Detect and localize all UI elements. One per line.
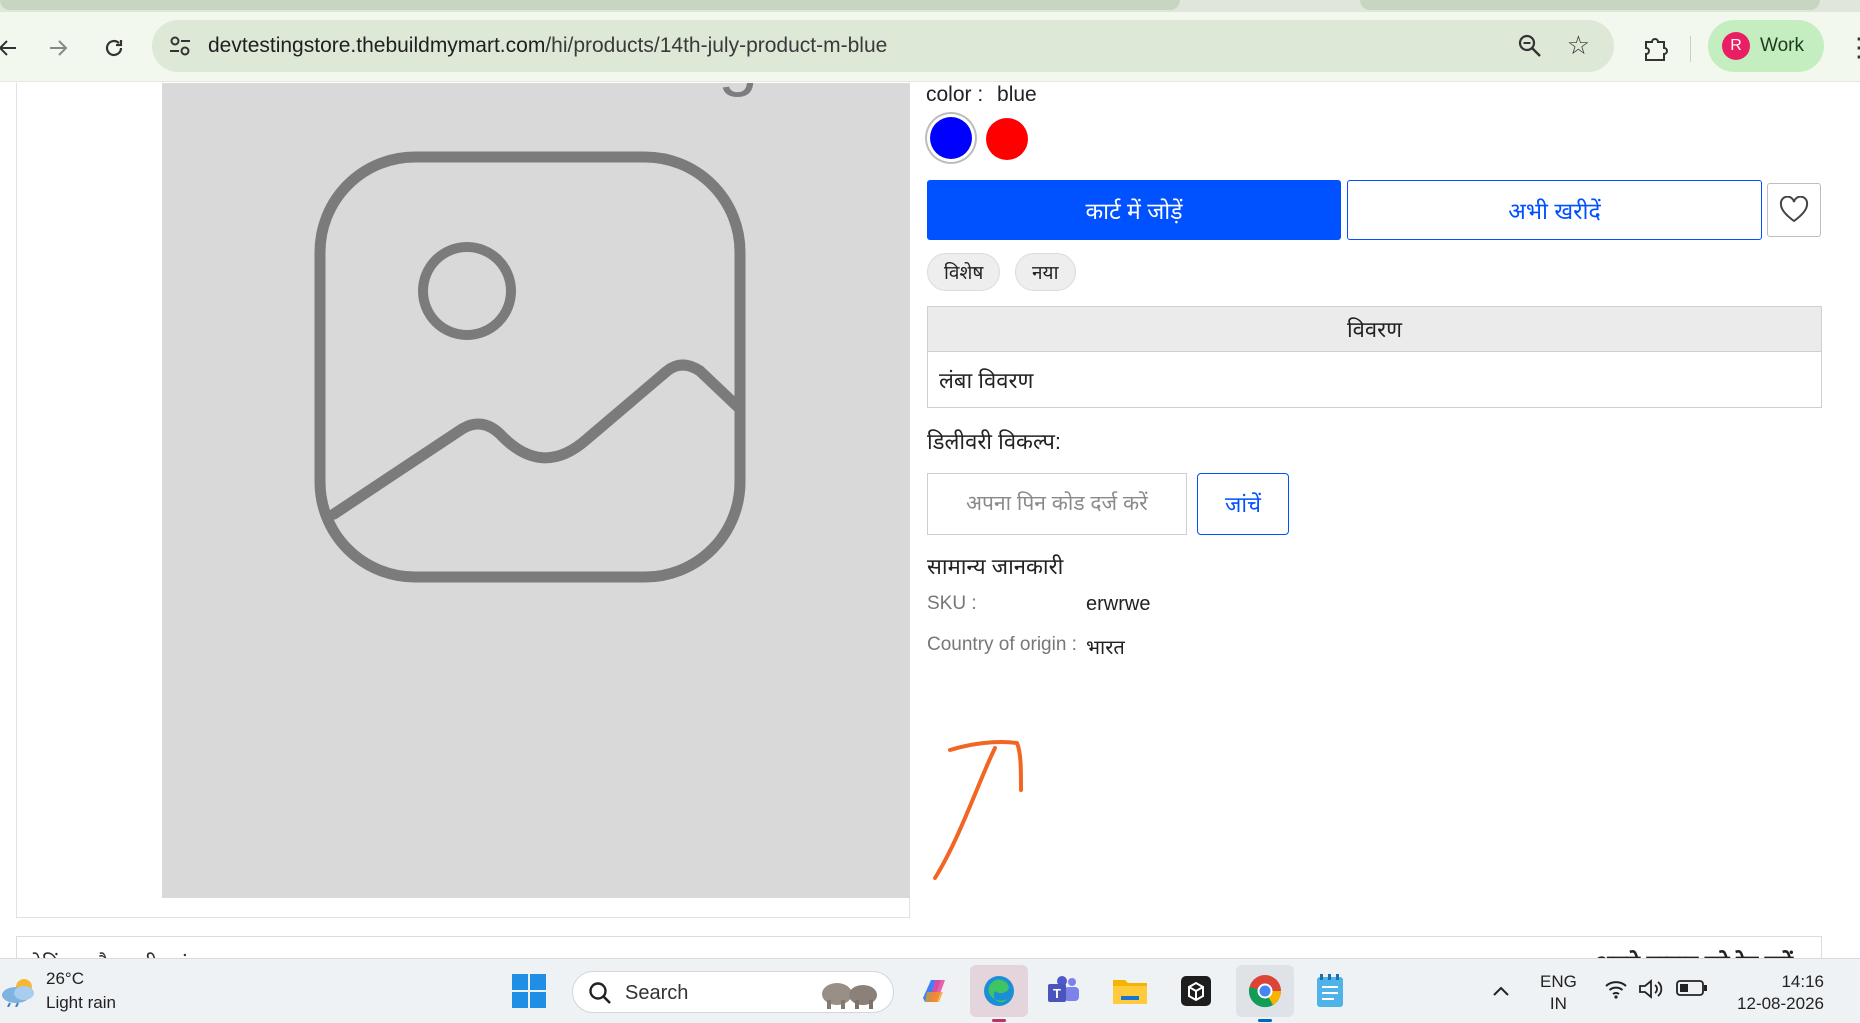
check-pincode-button[interactable]: जांचें [1197, 473, 1289, 535]
copilot-icon[interactable] [912, 969, 956, 1013]
toolbar-divider [1690, 36, 1691, 62]
bookmark-star-icon[interactable]: ☆ [1567, 30, 1590, 61]
tab-strip [0, 0, 1860, 12]
description-table: विवरण लंबा विवरण [927, 306, 1822, 408]
sku-label: SKU : [927, 593, 977, 614]
browser-toolbar: devtestingstore.thebuildmymart.com/hi/pr… [0, 12, 1860, 82]
annotation-arrow [933, 739, 1023, 880]
swatch-blue[interactable] [930, 117, 972, 159]
edge-active-indicator [992, 1019, 1006, 1022]
svg-text:T: T [1053, 986, 1061, 1001]
tag-chip[interactable]: नया [1015, 253, 1076, 291]
clock[interactable]: 14:16 12-08-2026 [1728, 971, 1824, 1015]
forward-icon[interactable] [40, 30, 76, 66]
product-image[interactable]: Product Image [162, 83, 910, 898]
extensions-icon[interactable] [1638, 30, 1674, 66]
taskbar-search[interactable]: Search [572, 971, 894, 1013]
language-indicator[interactable]: ENG IN [1540, 971, 1577, 1015]
image-placeholder-icon [314, 151, 746, 583]
profile-button[interactable]: R Work [1708, 20, 1824, 72]
volume-icon[interactable] [1638, 979, 1664, 1005]
search-highlight-icon [822, 983, 877, 1009]
swatch-red[interactable] [986, 118, 1028, 160]
weather-widget[interactable]: 26°C Light rain [0, 967, 140, 1017]
zoom-icon[interactable] [1516, 32, 1544, 60]
pincode-input[interactable] [927, 473, 1187, 535]
wishlist-button[interactable] [1767, 183, 1821, 237]
reload-icon[interactable] [96, 30, 132, 66]
start-icon[interactable] [507, 969, 551, 1013]
lang-top: ENG [1540, 972, 1577, 991]
search-label: Search [625, 982, 689, 1004]
edge-icon[interactable] [970, 965, 1028, 1017]
url-text[interactable]: devtestingstore.thebuildmymart.com/hi/pr… [208, 34, 887, 58]
origin-label: Country of origin : [927, 634, 1077, 655]
clock-time: 14:16 [1781, 972, 1824, 991]
browser-menu-icon[interactable]: ⋮ [1846, 34, 1860, 60]
clock-date: 12-08-2026 [1737, 994, 1824, 1013]
buy-now-button[interactable]: अभी खरीदें [1347, 180, 1762, 240]
address-bar[interactable]: devtestingstore.thebuildmymart.com/hi/pr… [152, 20, 1614, 72]
notepad-icon[interactable] [1308, 969, 1352, 1013]
chrome-active-indicator [1258, 1019, 1272, 1022]
weather-desc: Light rain [46, 993, 116, 1012]
wifi-icon[interactable] [1604, 979, 1628, 1005]
url-domain: devtestingstore.thebuildmymart.com [208, 34, 546, 57]
reviews-section: रेटिंग्स और समीक्षाएं अपने उत्पाद को रेट… [16, 936, 1822, 958]
weather-temp: 26°C [46, 969, 84, 988]
rate-product-link[interactable]: अपने उत्पाद को रेट करें [1595, 947, 1793, 958]
origin-value: भारत [1086, 637, 1125, 659]
heart-icon [1779, 196, 1809, 223]
color-row: color : blue [926, 83, 1045, 107]
box-app-icon[interactable] [1174, 969, 1218, 1013]
gallery-card: Product Image [16, 83, 910, 918]
taskbar: 26°C Light rain Search T ENG IN 14:16 12… [0, 958, 1860, 1023]
url-path: /hi/products/14th-july-product-m-blue [545, 34, 888, 57]
tag-chip[interactable]: विशेष [927, 253, 1001, 291]
image-watermark: Product Image [330, 83, 798, 99]
color-value: blue [997, 83, 1037, 106]
teams-icon[interactable]: T [1042, 969, 1086, 1013]
rain-cloud-icon [2, 979, 34, 1007]
general-info-title: सामान्य जानकारी [927, 554, 1064, 579]
file-explorer-icon[interactable] [1108, 969, 1152, 1013]
product-page: Product Image color : blue कार्ट में जोड… [0, 83, 1860, 958]
chevron-up-icon[interactable] [1492, 981, 1510, 1002]
site-settings-icon[interactable] [166, 32, 194, 60]
back-icon[interactable] [0, 30, 26, 66]
add-to-cart-button[interactable]: कार्ट में जोड़ें [927, 180, 1341, 240]
chrome-icon[interactable] [1236, 965, 1294, 1017]
sku-value: erwrwe [1086, 593, 1151, 615]
ratings-reviews-title: रेटिंग्स और समीक्षाएं [33, 949, 191, 958]
search-icon [589, 982, 611, 1004]
battery-icon[interactable] [1676, 979, 1708, 1003]
delivery-options-title: डिलीवरी विकल्प: [927, 429, 1061, 454]
active-tab[interactable] [0, 0, 1180, 10]
lang-bottom: IN [1549, 994, 1567, 1013]
profile-name: Work [1760, 35, 1804, 56]
description-body: लंबा विवरण [939, 368, 1034, 393]
profile-avatar: R [1722, 32, 1750, 60]
description-header: विवरण [928, 307, 1821, 352]
color-label: color : [926, 83, 984, 106]
other-tab[interactable] [1360, 0, 1820, 10]
